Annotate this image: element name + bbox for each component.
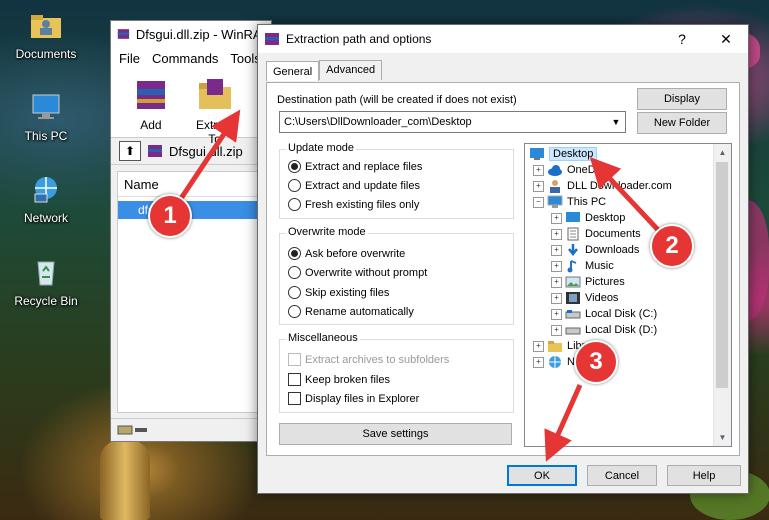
step-badge-3: 3 [574,340,618,384]
step-badge-2: 2 [650,224,694,268]
arrow-3 [544,383,583,462]
annotation-arrows [177,109,662,462]
step-badge-1: 1 [148,194,192,238]
arrow-1 [177,109,241,202]
arrow-2 [589,157,662,234]
